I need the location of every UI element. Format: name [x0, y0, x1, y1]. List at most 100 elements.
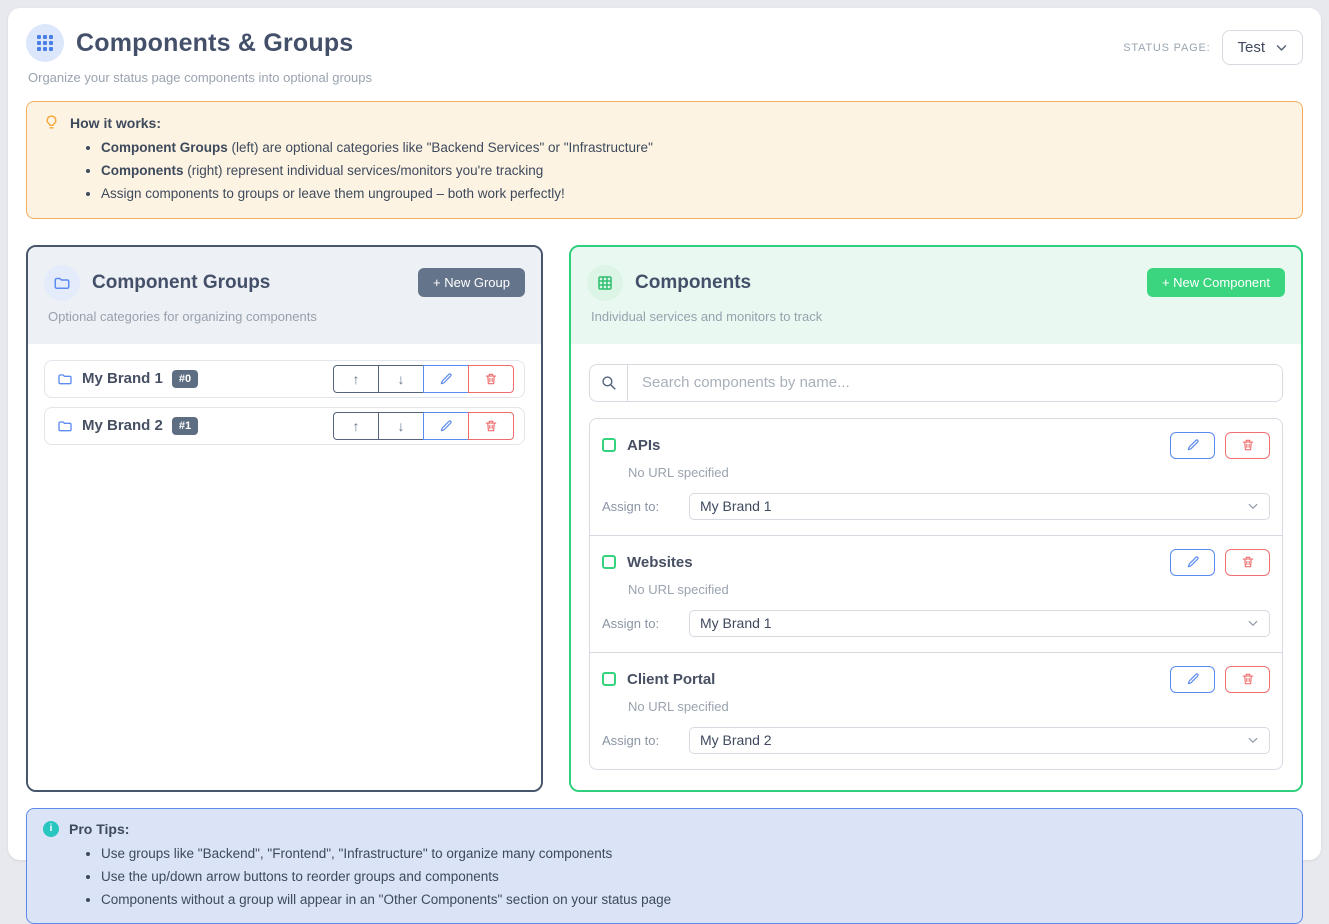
components-groups-icon: [26, 24, 64, 62]
pencil-icon: [1186, 438, 1200, 452]
edit-group-button[interactable]: [423, 365, 469, 393]
delete-component-button[interactable]: [1225, 549, 1270, 576]
group-row: My Brand 1 #0 ↑ ↓: [44, 360, 525, 398]
page-card: Components & Groups Organize your status…: [8, 8, 1321, 860]
component-url-status: No URL specified: [628, 582, 1270, 597]
page-subtitle: Organize your status page components int…: [28, 70, 372, 85]
components-body: APIs No URL specified Assign to:: [571, 344, 1301, 790]
pencil-icon: [1186, 555, 1200, 569]
edit-component-button[interactable]: [1170, 666, 1215, 693]
assign-group-select[interactable]: My Brand 1: [689, 610, 1270, 637]
move-up-button[interactable]: ↑: [333, 412, 379, 440]
edit-component-button[interactable]: [1170, 549, 1215, 576]
chevron-down-icon: [1247, 734, 1259, 746]
component-name: APIs: [627, 437, 1170, 454]
arrow-up-icon: ↑: [353, 418, 360, 434]
component-groups-header: Component Groups + New Group Optional ca…: [28, 247, 541, 344]
chevron-down-icon: [1247, 500, 1259, 512]
move-down-button[interactable]: ↓: [378, 412, 424, 440]
how-it-works-list: Component Groups (left) are optional cat…: [101, 139, 1286, 204]
component-list: APIs No URL specified Assign to:: [589, 418, 1283, 770]
component-name: Client Portal: [627, 671, 1170, 688]
folder-icon-circle: [44, 265, 80, 301]
folder-icon: [53, 274, 71, 292]
components-title: Components: [635, 272, 1135, 294]
component-checkbox[interactable]: [602, 438, 616, 452]
component-row: APIs No URL specified Assign to:: [590, 419, 1282, 536]
arrow-down-icon: ↓: [398, 371, 405, 387]
move-down-button[interactable]: ↓: [378, 365, 424, 393]
pro-tips-title: Pro Tips:: [69, 821, 129, 837]
group-name: My Brand 1: [82, 370, 163, 387]
component-name: Websites: [627, 554, 1170, 571]
delete-group-button[interactable]: [468, 412, 514, 440]
page-header-left: Components & Groups Organize your status…: [26, 24, 372, 85]
edit-group-button[interactable]: [423, 412, 469, 440]
info-icon: i: [43, 821, 59, 837]
pencil-icon: [1186, 672, 1200, 686]
pro-tips-item: Use the up/down arrow buttons to reorder…: [101, 868, 1286, 886]
folder-icon: [57, 371, 73, 387]
component-groups-body: My Brand 1 #0 ↑ ↓: [28, 344, 541, 790]
arrow-down-icon: ↓: [398, 418, 405, 434]
edit-component-button[interactable]: [1170, 432, 1215, 459]
trash-icon: [1241, 438, 1255, 452]
trash-icon: [1241, 555, 1255, 569]
group-order-badge: #0: [172, 370, 198, 388]
component-search-input[interactable]: [628, 365, 1282, 401]
how-it-works-title: How it works:: [70, 115, 161, 131]
page-title: Components & Groups: [76, 29, 353, 58]
components-panel: Components + New Component Individual se…: [569, 245, 1303, 792]
new-group-button[interactable]: + New Group: [418, 268, 525, 297]
new-component-button[interactable]: + New Component: [1147, 268, 1285, 297]
component-search-bar: [589, 364, 1283, 402]
pencil-icon: [439, 372, 453, 386]
delete-group-button[interactable]: [468, 365, 514, 393]
component-groups-title: Component Groups: [92, 272, 406, 294]
status-page-value: Test: [1237, 39, 1265, 56]
group-row: My Brand 2 #1 ↑ ↓: [44, 407, 525, 445]
delete-component-button[interactable]: [1225, 432, 1270, 459]
table-grid-icon: [596, 274, 614, 292]
status-page-label: STATUS PAGE:: [1123, 42, 1210, 54]
component-groups-panel: Component Groups + New Group Optional ca…: [26, 245, 543, 792]
components-header: Components + New Component Individual se…: [571, 247, 1301, 344]
assign-to-label: Assign to:: [602, 733, 689, 748]
component-url-status: No URL specified: [628, 465, 1270, 480]
lightbulb-icon: [43, 114, 60, 131]
delete-component-button[interactable]: [1225, 666, 1270, 693]
component-groups-subtitle: Optional categories for organizing compo…: [48, 309, 525, 324]
group-name: My Brand 2: [82, 417, 163, 434]
pencil-icon: [439, 419, 453, 433]
grid-dots-icon: [37, 35, 53, 51]
how-it-works-callout: How it works: Component Groups (left) ar…: [26, 101, 1303, 219]
component-url-status: No URL specified: [628, 699, 1270, 714]
assign-to-label: Assign to:: [602, 499, 689, 514]
trash-icon: [484, 372, 498, 386]
component-checkbox[interactable]: [602, 555, 616, 569]
assign-group-select[interactable]: My Brand 1: [689, 493, 1270, 520]
arrow-up-icon: ↑: [353, 371, 360, 387]
status-page-select[interactable]: Test: [1222, 30, 1303, 65]
pro-tips-item: Use groups like "Backend", "Frontend", "…: [101, 845, 1286, 863]
assign-to-label: Assign to:: [602, 616, 689, 631]
search-icon: [590, 365, 628, 401]
pro-tips-list: Use groups like "Backend", "Frontend", "…: [101, 845, 1286, 910]
component-row: Client Portal No URL specified Assign to…: [590, 653, 1282, 769]
component-checkbox[interactable]: [602, 672, 616, 686]
how-it-works-item: Component Groups (left) are optional cat…: [101, 139, 1286, 157]
trash-icon: [1241, 672, 1255, 686]
components-grid-icon-circle: [587, 265, 623, 301]
assign-group-select[interactable]: My Brand 2: [689, 727, 1270, 754]
chevron-down-icon: [1247, 617, 1259, 629]
trash-icon: [484, 419, 498, 433]
component-row: Websites No URL specified Assign to:: [590, 536, 1282, 653]
group-order-badge: #1: [172, 417, 198, 435]
page-header: Components & Groups Organize your status…: [26, 24, 1303, 85]
how-it-works-item: Components (right) represent individual …: [101, 162, 1286, 180]
how-it-works-item: Assign components to groups or leave the…: [101, 185, 1286, 203]
components-subtitle: Individual services and monitors to trac…: [591, 309, 1285, 324]
pro-tips-callout: i Pro Tips: Use groups like "Backend", "…: [26, 808, 1303, 924]
move-up-button[interactable]: ↑: [333, 365, 379, 393]
folder-icon: [57, 418, 73, 434]
